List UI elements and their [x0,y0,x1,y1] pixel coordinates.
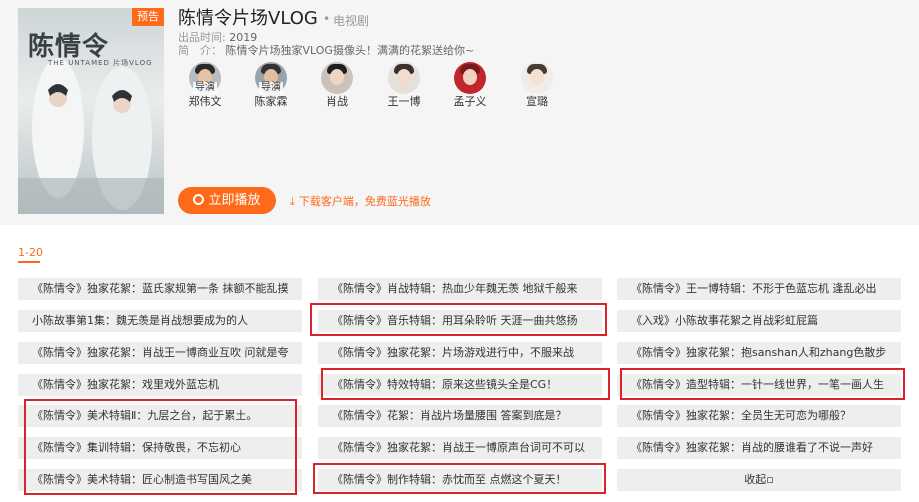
download-client-label: 下载客户端，免费蓝光播放 [298,195,431,208]
cast-member[interactable]: 导演 陈家霖 [243,62,299,112]
episode-item[interactable]: 《陈情令》肖战特辑：热血少年魏无羡 地狱千般来 [318,278,602,300]
episode-item[interactable]: 小陈故事第1集：魏无羡是肖战想要成为的人 [18,310,302,332]
play-now-label: 立即播放 [208,193,261,208]
highlight-box [321,368,610,400]
cast-member[interactable]: 孟子义 [442,62,498,112]
episode-item[interactable]: 《陈情令》王一博特辑：不形于色蓝忘机 逢乱必出 [617,278,901,300]
show-header: 陈情令 THE UNTAMED 片场VLOG 预告 陈情令片场VLOG • 电视… [0,0,919,225]
avatar [321,62,353,94]
director-badge: 导演 [193,82,217,94]
intro-label: 简 介： [178,44,222,57]
episode-item[interactable]: 《陈情令》独家花絮：肖战王一博商业互吹 问就是夸 [18,342,302,364]
episode-item[interactable]: 《入戏》小陈故事花絮之肖战彩虹屁篇 [617,310,901,332]
show-title[interactable]: 陈情令片场VLOG [178,8,318,30]
cast-name: 陈家霖 [254,95,288,108]
cast-name: 王一博 [387,95,421,108]
cast-name: 郑伟文 [188,95,222,108]
release-year-row: 出品时间: 2019 [178,31,257,44]
release-year-value: 2019 [229,31,258,44]
range-tab-underline [18,261,40,263]
download-icon: ⤓ [290,195,295,208]
director-badge: 导演 [259,82,283,94]
avatar [388,62,420,94]
episode-item[interactable]: 《陈情令》独家花絮：片场游戏进行中，不服来战 [318,342,602,364]
title-separator: • [323,12,331,26]
episode-item[interactable]: 《陈情令》独家花絮：抱sanshan人和zhang色散步 [617,342,901,364]
episode-range-tab[interactable]: 1-20 [18,246,43,259]
download-client-link[interactable]: ⤓ 下载客户端，免费蓝光播放 [290,193,431,209]
avatar [521,62,553,94]
cast-name: 肖战 [326,95,348,108]
trailer-badge: 预告 [132,8,164,26]
episode-item[interactable]: 《陈情令》花絮：肖战片场量腰围 答案到底是？ [318,405,602,427]
show-type: 电视剧 [333,14,370,28]
show-poster[interactable]: 陈情令 THE UNTAMED 片场VLOG 预告 [18,8,164,214]
intro-text: 陈情令片场独家VLOG摄像头！满满的花絮送给你~ [225,44,475,57]
collapse-button[interactable]: 收起▫ [617,469,901,491]
highlight-box [310,303,607,336]
cast-member[interactable]: 宣璐 [509,62,565,112]
cast-member[interactable]: 导演 郑伟文 [177,62,233,112]
episode-item[interactable]: 《陈情令》独家花絮：全员生无可恋为哪般？ [617,405,901,427]
episode-item[interactable]: 《陈情令》独家花絮：肖战的腰谁看了不说一声好 [617,437,901,459]
highlight-box [313,463,606,494]
cast-member[interactable]: 王一博 [376,62,432,112]
play-now-button[interactable]: 立即播放 [178,187,276,214]
intro-row: 简 介： 陈情令片场独家VLOG摄像头！满满的花絮送给你~ [178,44,474,57]
play-icon [193,194,205,205]
cast-name: 孟子义 [453,95,487,108]
cast-member[interactable]: 肖战 [309,62,365,112]
episode-item[interactable]: 《陈情令》独家花絮：肖战王一博原声台词可不可以 [318,437,602,459]
avatar [454,62,486,94]
episode-item[interactable]: 《陈情令》独家花絮：戏里戏外蓝忘机 [18,374,302,396]
release-year-label: 出品时间: [178,31,226,44]
episode-item[interactable]: 《陈情令》独家花絮：蓝氏家规第一条 抹额不能乱摸 [18,278,302,300]
poster-subtitle: THE UNTAMED 片场VLOG [48,59,153,67]
cast-name: 宣璐 [526,95,548,108]
highlight-box [620,368,905,400]
highlight-box [24,399,297,495]
